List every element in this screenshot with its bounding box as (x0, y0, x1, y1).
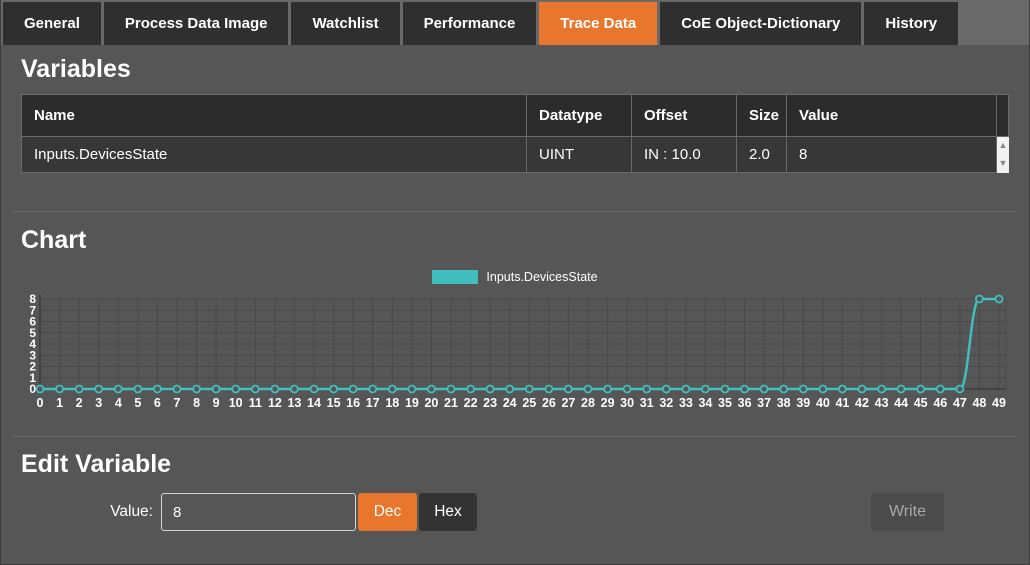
svg-text:26: 26 (542, 396, 556, 410)
svg-text:9: 9 (213, 396, 220, 410)
legend-swatch (432, 270, 479, 284)
svg-text:43: 43 (875, 396, 889, 410)
svg-text:40: 40 (816, 396, 830, 410)
svg-text:24: 24 (503, 396, 517, 410)
table-header-row: Name Datatype Offset Size Value (21, 93, 997, 137)
svg-text:36: 36 (738, 396, 752, 410)
svg-text:14: 14 (307, 396, 321, 410)
svg-text:31: 31 (640, 396, 654, 410)
table-header-cell: Name (21, 93, 527, 137)
tab-trace-data[interactable]: Trace Data (539, 2, 658, 45)
variables-section-title: Variables (21, 55, 131, 83)
svg-text:11: 11 (249, 396, 262, 410)
chart-legend: Inputs.DevicesState (1, 270, 1029, 285)
svg-text:19: 19 (405, 396, 419, 410)
svg-text:48: 48 (972, 396, 986, 410)
svg-text:49: 49 (992, 396, 1006, 410)
svg-text:27: 27 (561, 396, 575, 410)
svg-text:25: 25 (522, 396, 536, 410)
svg-text:3: 3 (95, 396, 102, 410)
svg-text:42: 42 (855, 396, 869, 410)
table-header-cell: Value (786, 93, 997, 137)
svg-text:47: 47 (953, 396, 967, 410)
svg-text:10: 10 (229, 396, 243, 410)
trace-chart: 0123456780 1 2 3 4 5 6 7 8 9 10 11 12 13 14 15 16 17 18 19 2… (29, 292, 1007, 410)
hex-button[interactable]: Hex (419, 493, 477, 532)
write-button[interactable]: Write (871, 493, 944, 532)
table-cell: IN : 10.0 (631, 135, 737, 173)
svg-text:1: 1 (56, 396, 63, 410)
tab-general[interactable]: General (3, 2, 101, 45)
svg-text:8: 8 (193, 396, 200, 410)
table-scrollbar[interactable]: ▲ ▼ (997, 93, 1009, 173)
svg-text:37: 37 (757, 396, 771, 410)
svg-text:33: 33 (679, 396, 693, 410)
svg-text:38: 38 (777, 396, 791, 410)
value-input[interactable] (161, 493, 356, 532)
table-header-cell: Size (736, 93, 787, 137)
svg-text:22: 22 (464, 396, 478, 410)
tab-process-data-image[interactable]: Process Data Image (103, 2, 289, 45)
legend-label: Inputs.DevicesState (486, 270, 598, 284)
scroll-down-icon[interactable]: ▼ (997, 155, 1009, 173)
svg-text:32: 32 (659, 396, 673, 410)
scroll-up-icon[interactable]: ▲ (997, 137, 1009, 155)
svg-text:45: 45 (914, 396, 928, 410)
table-scrollbar-header-gap (997, 93, 1009, 137)
dec-button[interactable]: Dec (358, 493, 417, 532)
table-cell: UINT (526, 135, 632, 173)
table-header-cell: Offset (631, 93, 737, 137)
svg-text:28: 28 (581, 396, 595, 410)
svg-text:12: 12 (268, 396, 282, 410)
tab-bar: General Process Data Image Watchlist Perfor… (1, 0, 1029, 45)
svg-text:20: 20 (424, 396, 438, 410)
svg-text:0: 0 (37, 396, 44, 410)
tab-watchlist[interactable]: Watchlist (291, 2, 400, 45)
svg-text:2: 2 (76, 396, 83, 410)
svg-text:30: 30 (620, 396, 634, 410)
svg-text:4: 4 (115, 396, 122, 410)
svg-text:41: 41 (835, 396, 849, 410)
svg-text:16: 16 (346, 396, 360, 410)
svg-text:13: 13 (287, 396, 301, 410)
tab-coe-object-dictionary[interactable]: CoE Object-Dictionary (660, 2, 862, 45)
table-cell: Inputs.DevicesState (21, 135, 527, 173)
table-header-cell: Datatype (526, 93, 632, 137)
table-row[interactable]: Inputs.DevicesState UINT IN : 10.0 2.0 8 (21, 135, 997, 173)
divider (13, 210, 1017, 212)
value-label: Value: (110, 503, 153, 521)
chart-section-title: Chart (21, 225, 87, 254)
edit-variable-section-title: Edit Variable (21, 449, 172, 478)
svg-text:44: 44 (894, 396, 908, 410)
variables-table-grid: Name Datatype Offset Size Value Inputs.Devic… (21, 93, 997, 173)
svg-text:21: 21 (444, 396, 458, 410)
variables-table: Name Datatype Offset Size Value Inputs.Devic… (21, 93, 1009, 173)
svg-text:34: 34 (698, 396, 712, 410)
table-scrollbar-track[interactable]: ▲ ▼ (997, 136, 1009, 173)
edit-variable-form: Value: Dec Hex Write (21, 493, 1009, 532)
svg-text:29: 29 (601, 396, 615, 410)
svg-text:39: 39 (796, 396, 810, 410)
svg-text:15: 15 (327, 396, 341, 410)
svg-text:35: 35 (718, 396, 732, 410)
svg-text:18: 18 (385, 396, 399, 410)
svg-text:5: 5 (134, 396, 141, 410)
svg-text:17: 17 (366, 396, 380, 410)
table-cell: 2.0 (736, 135, 787, 173)
svg-text:6: 6 (154, 396, 161, 410)
svg-text:46: 46 (933, 396, 947, 410)
device-panel-window: General Process Data Image Watchlist Perfor… (0, 0, 1030, 565)
tab-performance[interactable]: Performance (402, 2, 537, 45)
divider (13, 435, 1017, 437)
tab-history[interactable]: History (864, 2, 959, 45)
svg-text:23: 23 (483, 396, 497, 410)
svg-text:7: 7 (174, 396, 181, 410)
svg-text:8: 8 (29, 292, 36, 306)
table-cell: 8 (786, 135, 997, 173)
